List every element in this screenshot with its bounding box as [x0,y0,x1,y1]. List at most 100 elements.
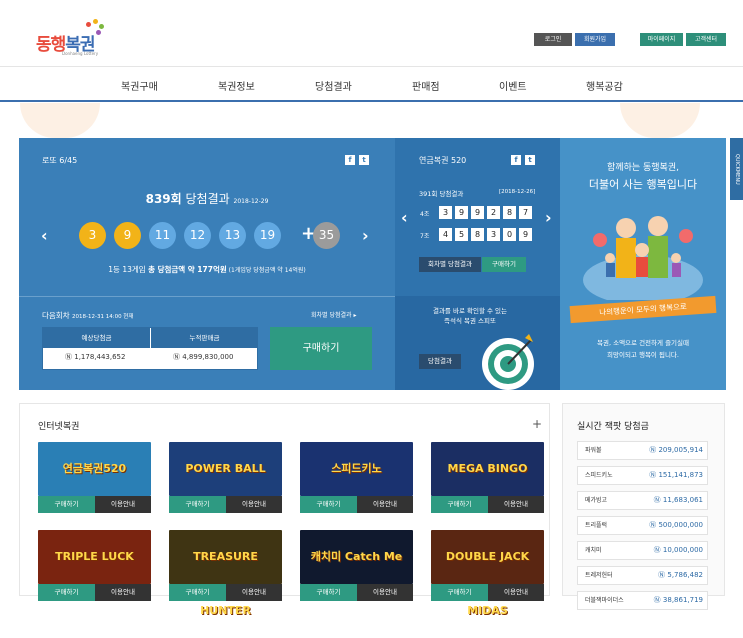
logo-dot-icon [93,19,98,24]
pension-digit: 4 [439,228,452,241]
game-buy-button[interactable]: 구매하기 [431,584,488,601]
game-buy-button[interactable]: 구매하기 [300,496,357,513]
game-thumbnail[interactable]: POWER BALL [169,442,282,496]
nav-item-info[interactable]: 복권정보 [218,78,255,93]
game-guide-button[interactable]: 이용안내 [226,496,282,513]
game-buy-button[interactable]: 구매하기 [300,584,357,601]
prev-arrow-icon[interactable]: ‹ [401,208,408,227]
nav-item-store[interactable]: 판매점 [412,78,440,93]
deco-shape [620,103,700,138]
speetto-area: 결과를 바로 확인할 수 있는 즉석식 복권 스피또 당첨결과 [395,296,560,390]
game-card[interactable]: TREASURE HUNTER 구매하기 이용안내 [169,530,282,617]
game-guide-button[interactable]: 이용안내 [488,584,544,601]
game-thumbnail[interactable]: 연금복권520 [38,442,151,496]
game-thumbnail[interactable]: TRIPLE LUCK [38,530,151,584]
twitter-icon[interactable]: t [359,155,369,165]
join-button[interactable]: 회원가입 [575,33,615,46]
won-icon: Ⓝ [653,546,661,554]
pension-digit: 2 [487,206,500,219]
internet-lottery-panel: 인터넷복권 + 연금복권520 구매하기 이용안내 POWER BALL 구매하기 이용안… [19,403,550,617]
jackpot-row[interactable]: 파워볼 Ⓝ 209,005,914 [577,441,708,460]
nav-item-buy[interactable]: 복권구매 [121,78,158,93]
pension-round-button[interactable]: 회차별 당첨결과 [419,257,481,272]
won-icon: Ⓝ [173,353,180,361]
logo[interactable]: 동행복권 Donhaeng Lottery [36,16,126,56]
logo-dot-icon [99,24,104,29]
game-name: MEGA BINGO [447,462,528,475]
promo-desc: 복권, 소액으로 건전하게 즐기실때 희망이되고 행복이 됩니다. [597,339,689,359]
game-guide-button[interactable]: 이용안내 [95,496,151,513]
game-thumbnail[interactable]: DOUBLE JACK MIDAS [431,530,544,617]
game-buy-button[interactable]: 구매하기 [431,496,488,513]
pension-digit: 9 [455,206,468,219]
game-card[interactable]: MEGA BINGO 구매하기 이용안내 [431,442,544,513]
game-guide-button[interactable]: 이용안내 [226,584,282,601]
nav-item-happy[interactable]: 행복공감 [586,78,623,93]
facebook-icon[interactable]: f [345,155,355,165]
mypage-button[interactable]: 마이페이지 [640,33,683,46]
jackpot-amount: Ⓝ 10,000,000 [653,546,703,554]
jackpot-amount: Ⓝ 209,005,914 [649,446,703,454]
jackpot-game-name: 스피드키노 [585,472,613,479]
game-buy-button[interactable]: 구매하기 [169,584,226,601]
speetto-text: 결과를 바로 확인할 수 있는 즉석식 복권 스피또 [432,307,508,325]
jackpot-amount: Ⓝ 151,141,873 [649,471,703,479]
game-card[interactable]: 연금복권520 구매하기 이용안내 [38,442,151,513]
jackpot-game-name: 트리플럭 [585,522,608,529]
jackpot-row[interactable]: 트레저헌터 Ⓝ 5,786,482 [577,566,708,585]
main-nav: 복권구매 복권정보 당첨결과 판매점 이벤트 행복공감 [0,66,743,102]
round-result-link[interactable]: 회차별 당첨결과 ▸ [311,310,356,319]
jackpot-row[interactable]: 트리플럭 Ⓝ 500,000,000 [577,516,708,535]
won-icon: Ⓝ [65,353,72,361]
quickmenu-tab[interactable]: QUICKMENU [730,138,743,200]
game-guide-button[interactable]: 이용안내 [357,584,413,601]
promo-line1: 함께하는 동행복권, [607,163,679,173]
more-plus-icon[interactable]: + [532,417,542,431]
customer-center-button[interactable]: 고객센터 [686,33,726,46]
game-guide-button[interactable]: 이용안내 [357,496,413,513]
game-guide-button[interactable]: 이용안내 [488,496,544,513]
pension-digit: 9 [471,206,484,219]
game-card[interactable]: 스피드키노 구매하기 이용안내 [300,442,413,513]
lotto-buy-button[interactable]: 구매하기 [270,327,372,370]
game-card[interactable]: TRIPLE LUCK 구매하기 이용안내 [38,530,151,601]
prize-info-box: 예상당첨금 누적판매금 Ⓝ 1,178,443,652 Ⓝ 4,899,830,… [42,327,258,370]
facebook-icon[interactable]: f [511,155,521,165]
target-icon [482,334,534,390]
game-guide-button[interactable]: 이용안내 [95,584,151,601]
next-arrow-icon[interactable]: › [545,208,552,227]
pension-buy-button[interactable]: 구매하기 [482,257,526,272]
pension-digit: 0 [503,228,516,241]
jackpot-row[interactable]: 캐치미 Ⓝ 10,000,000 [577,541,708,560]
jackpot-panel: 실시간 잭팟 당첨금 파워볼 Ⓝ 209,005,914 스피드키노 Ⓝ 151,14… [562,403,725,610]
speetto-result-button[interactable]: 당첨결과 [419,354,461,369]
next-arrow-icon[interactable]: › [362,226,369,245]
game-buy-button[interactable]: 구매하기 [38,584,95,601]
prev-arrow-icon[interactable]: ‹ [41,226,48,245]
promo-panel: 함께하는 동행복권, 더불어 사는 행복입니다 나의행운이 모두의 행복으로 복… [560,138,726,390]
jackpot-row[interactable]: 메가빙고 Ⓝ 11,683,061 [577,491,708,510]
game-card[interactable]: 캐치미 Catch Me 구매하기 이용안내 [300,530,413,601]
jackpot-row[interactable]: 스피드키노 Ⓝ 151,141,873 [577,466,708,485]
main-banner: 로또 6/45 f t 839회 당첨결과 2018-12-29 ‹ › 391… [19,138,726,390]
pension-date: [2018-12-26] [499,189,536,195]
game-thumbnail[interactable]: TREASURE HUNTER [169,530,282,617]
row1-label: 4조 [420,211,430,218]
game-card[interactable]: DOUBLE JACK MIDAS 구매하기 이용안내 [431,530,544,617]
twitter-icon[interactable]: t [525,155,535,165]
game-buy-button[interactable]: 구매하기 [38,496,95,513]
family-illustration [583,216,703,300]
next-round: 다음회차 2018-12-31 14:00 현재 [42,311,134,320]
game-thumbnail[interactable]: MEGA BINGO [431,442,544,496]
jackpot-row[interactable]: 더블잭마이더스 Ⓝ 38,861,719 [577,591,708,610]
game-name: DOUBLE JACK MIDAS [445,550,530,617]
game-thumbnail[interactable]: 캐치미 Catch Me [300,530,413,584]
login-button[interactable]: 로그인 [534,33,572,46]
game-buy-button[interactable]: 구매하기 [169,496,226,513]
game-card[interactable]: POWER BALL 구매하기 이용안내 [169,442,282,513]
game-thumbnail[interactable]: 스피드키노 [300,442,413,496]
promo-line2: 더불어 사는 행복입니다 [588,178,698,191]
nav-item-results[interactable]: 당첨결과 [315,78,352,93]
nav-item-event[interactable]: 이벤트 [499,78,527,93]
expected-label: 예상당첨금 [43,328,150,348]
